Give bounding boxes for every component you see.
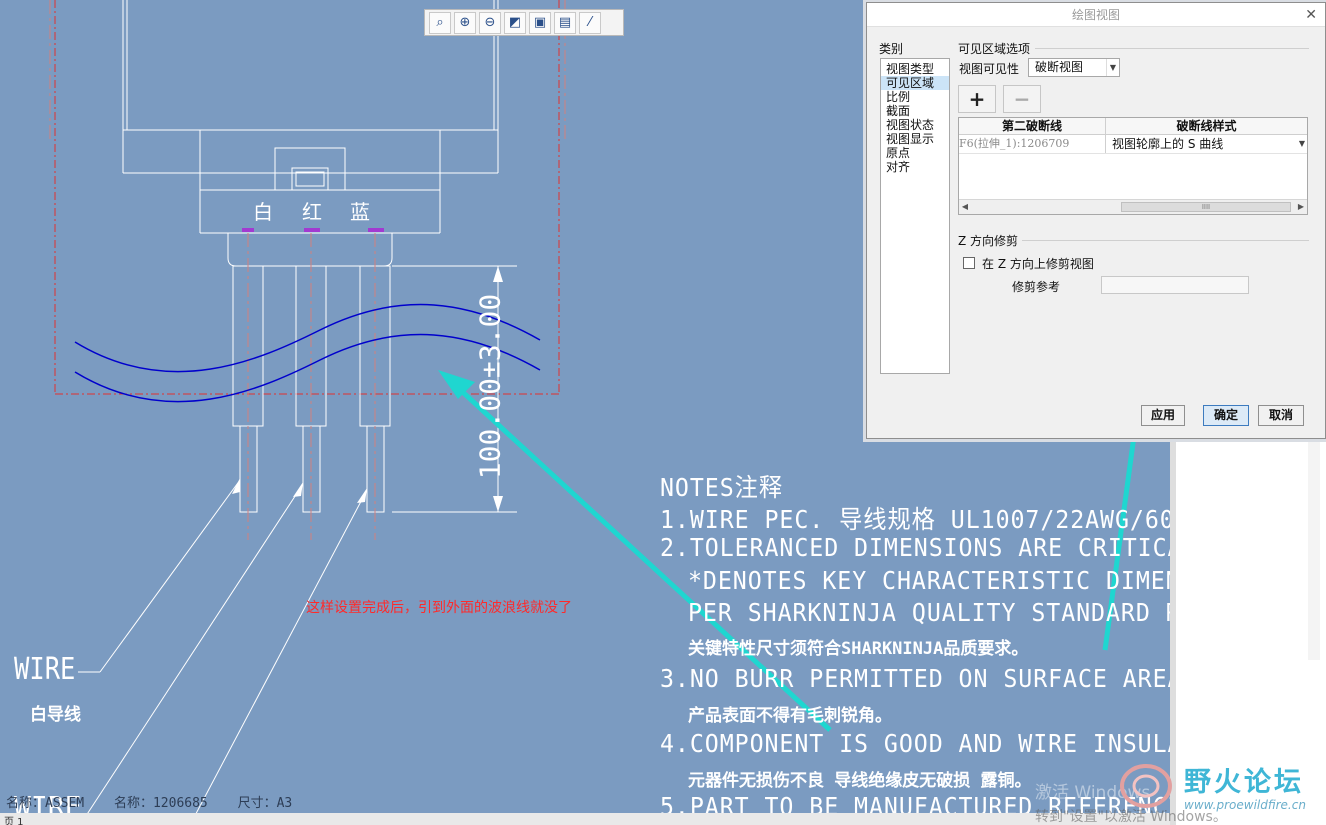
column-header: 第二破断线 [959,118,1106,134]
title-block-number: 名称：1206685 [113,796,208,811]
note-line: 3.NO BURR PERMITTED ON SURFACE AREAS [660,664,1198,693]
forum-logo: 野火论坛 www.proewildfire.cn [1116,756,1326,820]
category-item-scale[interactable]: 比例 [881,90,949,104]
layers-icon[interactable]: ▤ [554,11,576,34]
table-scrollbar[interactable]: ◀ IIII ▶ [959,199,1307,214]
category-item-view-display[interactable]: 视图显示 [881,132,949,146]
fire-logo-icon [1120,764,1172,808]
section-divider [1035,48,1309,49]
visibility-label: 视图可见性 [959,62,1020,76]
category-list: 视图类型 可见区域 比例 截面 视图状态 视图显示 原点 对齐 [880,58,950,374]
break-table: 第二破断线 破断线样式 F6(拉伸_1):1206709 视图轮廓上的 S 曲线… [958,117,1308,215]
clip-reference-label: 修剪参考 [1012,280,1061,294]
category-label: 类别 [879,42,904,56]
note-line: 1.WIRE PEC. 导线规格 UL1007/22AWG/600V/1 [660,505,1235,534]
z-clip-section-title: Z 方向修剪 [958,234,1019,248]
section-divider [1022,240,1309,241]
category-item-view-state[interactable]: 视图状态 [881,118,949,132]
visibility-value: 破断视图 [1035,60,1084,74]
display-style-icon[interactable]: ◩ [504,11,526,34]
color-tag-red: 红 [302,200,322,224]
zoom-in-icon[interactable]: ⊕ [454,11,476,34]
apply-button[interactable]: 应用 [1141,405,1185,426]
title-block-name: 名称：ASSEM [6,796,85,811]
cancel-button[interactable]: 取消 [1258,405,1304,426]
section-title: 可见区域选项 [958,42,1031,56]
dialog-title: 绘图视图 [1071,8,1120,22]
column-header: 破断线样式 [1176,119,1237,133]
clip-reference-field[interactable] [1101,276,1249,294]
dialog-titlebar[interactable]: 绘图视图 ✕ [867,3,1325,27]
category-item-origin[interactable]: 原点 [881,146,949,160]
add-break-button[interactable]: + [958,85,996,113]
category-item-visible-area[interactable]: 可见区域 [881,76,949,90]
chevron-down-icon: ▼ [1106,59,1119,76]
scroll-right-icon[interactable]: ▶ [1295,200,1307,214]
ok-button[interactable]: 确定 [1203,405,1249,426]
right-scrollbar[interactable] [1308,440,1320,660]
notes-title: NOTES注释 [660,473,784,502]
saved-views-icon[interactable]: ▣ [529,11,551,34]
drawing-view-dialog: 绘图视图 ✕ 类别 视图类型 可见区域 比例 截面 视图状态 视图显示 原点 对… [866,2,1326,439]
category-item-alignment[interactable]: 对齐 [881,160,949,174]
annotation-text: 这样设置完成后，引到外面的波浪线就没了 [306,600,572,616]
second-break-line-cell[interactable]: F6(拉伸_1):1206709 [959,135,1106,153]
break-line-style-value: 视图轮廓上的 S 曲线 [1112,137,1224,151]
category-item-view-type[interactable]: 视图类型 [881,62,949,76]
dimension-text: 100.00±3.00 [473,293,507,480]
break-line-style-cell[interactable]: 视图轮廓上的 S 曲线 ▼ [1106,135,1307,153]
note-line: 关键特性尺寸须符合SHARKNINJA品质要求。 [688,639,1029,659]
note-line: *DENOTES KEY CHARACTERISTIC DIMENS [688,566,1196,595]
note-line: 产品表面不得有毛刺锐角。 [688,706,892,726]
color-tag-white: 白 [253,200,273,224]
annotation-display-icon[interactable]: ⁄ [579,11,601,34]
chevron-down-icon: ▼ [1298,139,1305,148]
title-block-size: 尺寸：A3 [237,796,293,811]
category-item-section[interactable]: 截面 [881,104,949,118]
note-line: 4.COMPONENT IS GOOD AND WIRE INSULAT [660,729,1198,758]
remove-break-button[interactable]: − [1003,85,1041,113]
graphics-toolbar: ⌕ ⊕ ⊖ ◩ ▣ ▤ ⁄ [424,9,624,36]
z-clip-checkbox-label: 在 Z 方向上修剪视图 [982,257,1094,271]
forum-logo-text: 野火论坛 [1184,767,1304,798]
wire-label: WIRE [14,652,76,687]
color-tag-blue: 蓝 [350,200,370,224]
table-row[interactable]: F6(拉伸_1):1206709 视图轮廓上的 S 曲线 ▼ [959,135,1307,154]
forum-logo-url: www.proewildfire.cn [1184,798,1306,812]
visibility-select[interactable]: 破断视图 ▼ [1028,58,1120,77]
sheet-tab[interactable]: 页 1 [0,813,1170,825]
wire-label-cn: 白导线 [30,705,81,725]
scroll-thumb[interactable]: IIII [1121,202,1291,212]
scroll-left-icon[interactable]: ◀ [959,200,971,214]
close-icon[interactable]: ✕ [1305,3,1317,27]
note-line: 2.TOLERANCED DIMENSIONS ARE CRITICAL [660,533,1198,562]
zoom-fit-icon[interactable]: ⌕ [429,11,451,34]
z-clip-checkbox[interactable] [963,257,975,269]
note-line: 元器件无损伤不良 导线绝缘皮无破损 露铜。 [688,771,1032,791]
zoom-out-icon[interactable]: ⊖ [479,11,501,34]
note-line: PER SHARKNINJA QUALITY STANDARD RE [688,598,1196,627]
title-block-info: 名称：ASSEM 名称：1206685 尺寸：A3 [6,792,314,811]
